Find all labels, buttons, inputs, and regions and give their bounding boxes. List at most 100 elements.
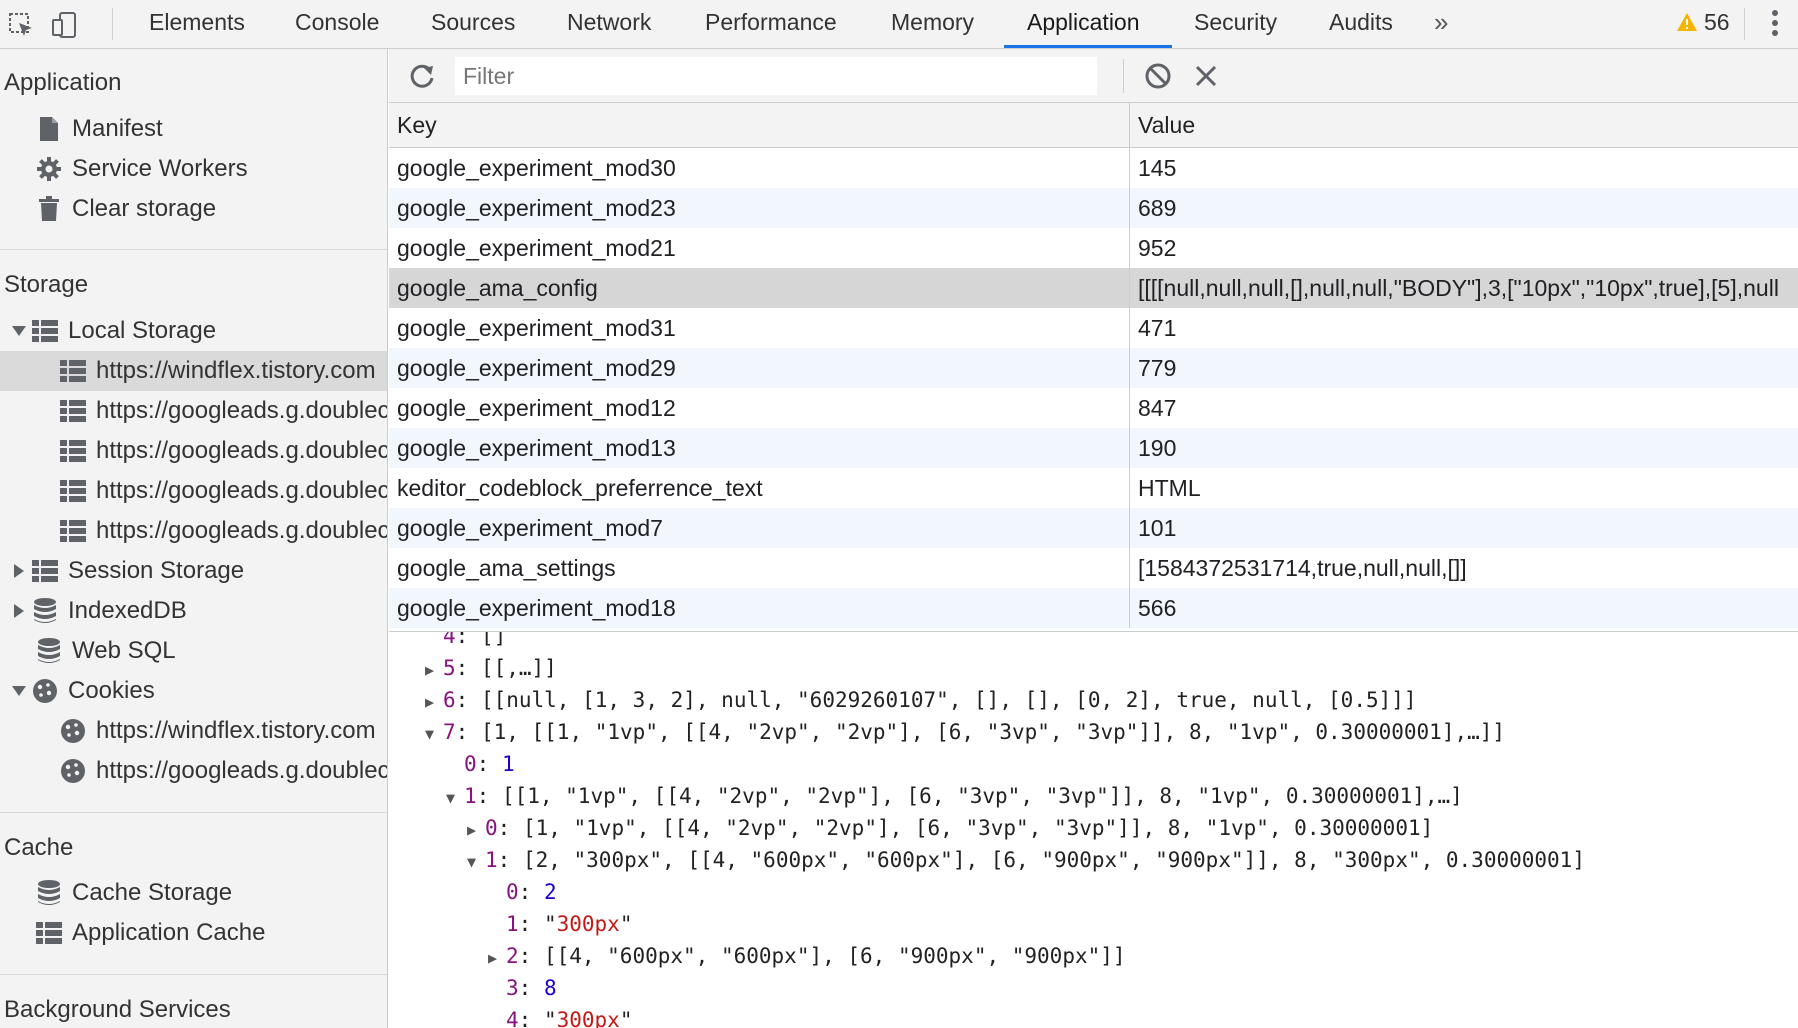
tree-node[interactable]: ▶ 6: [[null, [1, 3, 2], null, "6029260107…	[425, 684, 1417, 716]
clear-all-icon[interactable]	[1141, 59, 1175, 93]
kebab-menu-icon[interactable]	[1770, 8, 1780, 43]
sidebar-item-label: https://googleads.g.doubleclick.net	[96, 757, 387, 784]
tree-value: 300px	[556, 1008, 620, 1028]
tab-application[interactable]: Application	[1027, 0, 1140, 49]
sidebar-item-local-storage-origin[interactable]: https://googleads.g.doubleclick.net	[0, 391, 387, 431]
toolbar-divider	[1123, 59, 1124, 93]
warnings-counter[interactable]: 56	[1676, 0, 1730, 44]
table-row[interactable]: google_ama_settings [1584372531714,true,n…	[389, 548, 1798, 588]
value-cell: [[[[null,null,null,[],null,null,"BODY"],…	[1138, 275, 1779, 301]
tab-performance[interactable]: Performance	[705, 0, 837, 49]
sidebar-item-clear-storage[interactable]: Clear storage	[0, 189, 387, 229]
tab-network[interactable]: Network	[567, 0, 651, 49]
sidebar-item-session-storage[interactable]: Session Storage	[0, 551, 387, 591]
application-sidebar: Application Manifest Service Workers Cle…	[0, 49, 388, 1028]
tree-value: []	[480, 632, 507, 648]
tree-value: [[null, [1, 3, 2], null, "6029260107", […	[480, 688, 1417, 712]
sidebar-item-local-storage-origin[interactable]: https://googleads.g.doubleclick.net	[0, 511, 387, 551]
tree-key: 1	[464, 784, 477, 808]
collapsed-triangle-icon[interactable]	[10, 564, 28, 578]
grid-icon	[32, 558, 58, 584]
tree-value: "	[543, 912, 557, 936]
collapse-arrow-icon[interactable]: ▼	[446, 782, 464, 814]
table-row-selected[interactable]: google_ama_config [[[[null,null,null,[],n…	[389, 268, 1798, 308]
sidebar-item-application-cache[interactable]: Application Cache	[0, 913, 387, 953]
sidebar-item-local-storage-origin[interactable]: https://googleads.g.doubleclick.net	[0, 431, 387, 471]
tab-security[interactable]: Security	[1194, 0, 1277, 49]
trash-icon	[36, 196, 62, 222]
table-row[interactable]: keditor_codeblock_preferrence_text HTML	[389, 468, 1798, 508]
sidebar-item-local-storage-origin[interactable]: https://googleads.g.doubleclick.net	[0, 471, 387, 511]
key-cell: google_experiment_mod18	[389, 588, 1130, 628]
table-row[interactable]: google_experiment_mod31 471	[389, 308, 1798, 348]
tree-value: 2	[543, 880, 557, 904]
expand-arrow-icon[interactable]: ▶	[425, 686, 443, 718]
grid-icon	[32, 318, 58, 344]
sidebar-divider	[0, 812, 387, 813]
tree-key: 1	[506, 912, 519, 936]
sidebar-item-label: https://googleads.g.doubleclick.net	[96, 437, 387, 464]
tree-node[interactable]: ▼ 7: [1, [[1, "1vp", [[4, "2vp", "2vp"], …	[425, 716, 1505, 748]
inspect-element-icon[interactable]	[4, 8, 38, 42]
tree-value: 300px	[556, 912, 620, 936]
section-title-background-services: Background Services	[4, 996, 231, 1023]
tree-key: 3	[506, 976, 519, 1000]
value-preview-tree: 4: [] ▶ 5: [[,…]] ▶ 6: [[null, [1, 3, 2], nu…	[389, 632, 1798, 1028]
table-row[interactable]: google_experiment_mod13 190	[389, 428, 1798, 468]
collapse-arrow-icon[interactable]: ▼	[425, 718, 443, 750]
collapse-arrow-icon[interactable]: ▼	[467, 846, 485, 878]
document-icon	[36, 116, 62, 142]
tab-console[interactable]: Console	[295, 0, 379, 49]
expand-arrow-icon[interactable]: ▶	[488, 942, 506, 974]
sidebar-item-cache-storage[interactable]: Cache Storage	[0, 873, 387, 913]
tree-node[interactable]: ▼ 1: [[1, "1vp", [[4, "2vp", "2vp"], [6, …	[446, 780, 1463, 812]
collapsed-triangle-icon[interactable]	[10, 604, 28, 618]
tree-node[interactable]: ▶ 2: [[4, "600px", "600px"], [6, "900px",…	[488, 940, 1126, 972]
database-icon	[36, 638, 62, 664]
sidebar-item-cookie-origin[interactable]: https://windflex.tistory.com	[0, 711, 387, 751]
table-row[interactable]: google_experiment_mod29 779	[389, 348, 1798, 388]
tree-key: 0	[506, 880, 519, 904]
tab-audits[interactable]: Audits	[1329, 0, 1393, 49]
expand-arrow-icon[interactable]: ▶	[425, 654, 443, 686]
toolbar-divider	[1744, 8, 1745, 40]
table-row[interactable]: google_experiment_mod12 847	[389, 388, 1798, 428]
sidebar-item-indexeddb[interactable]: IndexedDB	[0, 591, 387, 631]
tab-elements[interactable]: Elements	[149, 0, 245, 49]
sidebar-item-local-storage-origin[interactable]: https://windflex.tistory.com	[0, 351, 387, 391]
table-row[interactable]: google_experiment_mod18 566	[389, 588, 1798, 628]
tab-memory[interactable]: Memory	[891, 0, 974, 49]
table-row[interactable]: google_experiment_mod21 952	[389, 228, 1798, 268]
sidebar-item-cookies[interactable]: Cookies	[0, 671, 387, 711]
expanded-triangle-icon[interactable]	[10, 326, 28, 336]
grid-icon	[60, 398, 86, 424]
sidebar-item-service-workers[interactable]: Service Workers	[0, 149, 387, 189]
key-cell: google_experiment_mod23	[389, 188, 1130, 228]
sidebar-item-cookie-origin[interactable]: https://googleads.g.doubleclick.net	[0, 751, 387, 791]
section-title-cache: Cache	[4, 834, 74, 861]
active-tab-indicator	[1004, 45, 1172, 48]
sidebar-item-label: https://googleads.g.doubleclick.net	[96, 397, 387, 424]
sidebar-item-web-sql[interactable]: Web SQL	[0, 631, 387, 671]
sidebar-item-local-storage[interactable]: Local Storage	[0, 311, 387, 351]
refresh-icon[interactable]	[405, 59, 439, 93]
column-header-key[interactable]: Key	[389, 103, 1130, 147]
column-header-value[interactable]: Value	[1130, 103, 1798, 147]
table-row[interactable]: google_experiment_mod23 689	[389, 188, 1798, 228]
table-row[interactable]: google_experiment_mod7 101	[389, 508, 1798, 548]
value-cell: 145	[1138, 155, 1177, 181]
device-toolbar-icon[interactable]	[48, 8, 82, 42]
filter-input[interactable]	[455, 57, 1097, 95]
more-tabs-button[interactable]: »	[1434, 0, 1448, 44]
tree-node[interactable]: ▶ 0: [1, "1vp", [[4, "2vp", "2vp"], [6, "…	[467, 812, 1433, 844]
tab-sources[interactable]: Sources	[431, 0, 515, 49]
tree-node: 3: 8	[488, 972, 557, 1004]
table-row[interactable]: google_experiment_mod30 145	[389, 148, 1798, 188]
sidebar-item-manifest[interactable]: Manifest	[0, 109, 387, 149]
delete-selected-icon[interactable]	[1189, 59, 1223, 93]
tree-node[interactable]: ▼ 1: [2, "300px", [[4, "600px", "600px"],…	[467, 844, 1585, 876]
expanded-triangle-icon[interactable]	[10, 686, 28, 696]
expand-arrow-icon[interactable]: ▶	[467, 814, 485, 846]
tree-node[interactable]: ▶ 5: [[,…]]	[425, 652, 557, 684]
tree-value: 8	[543, 976, 557, 1000]
